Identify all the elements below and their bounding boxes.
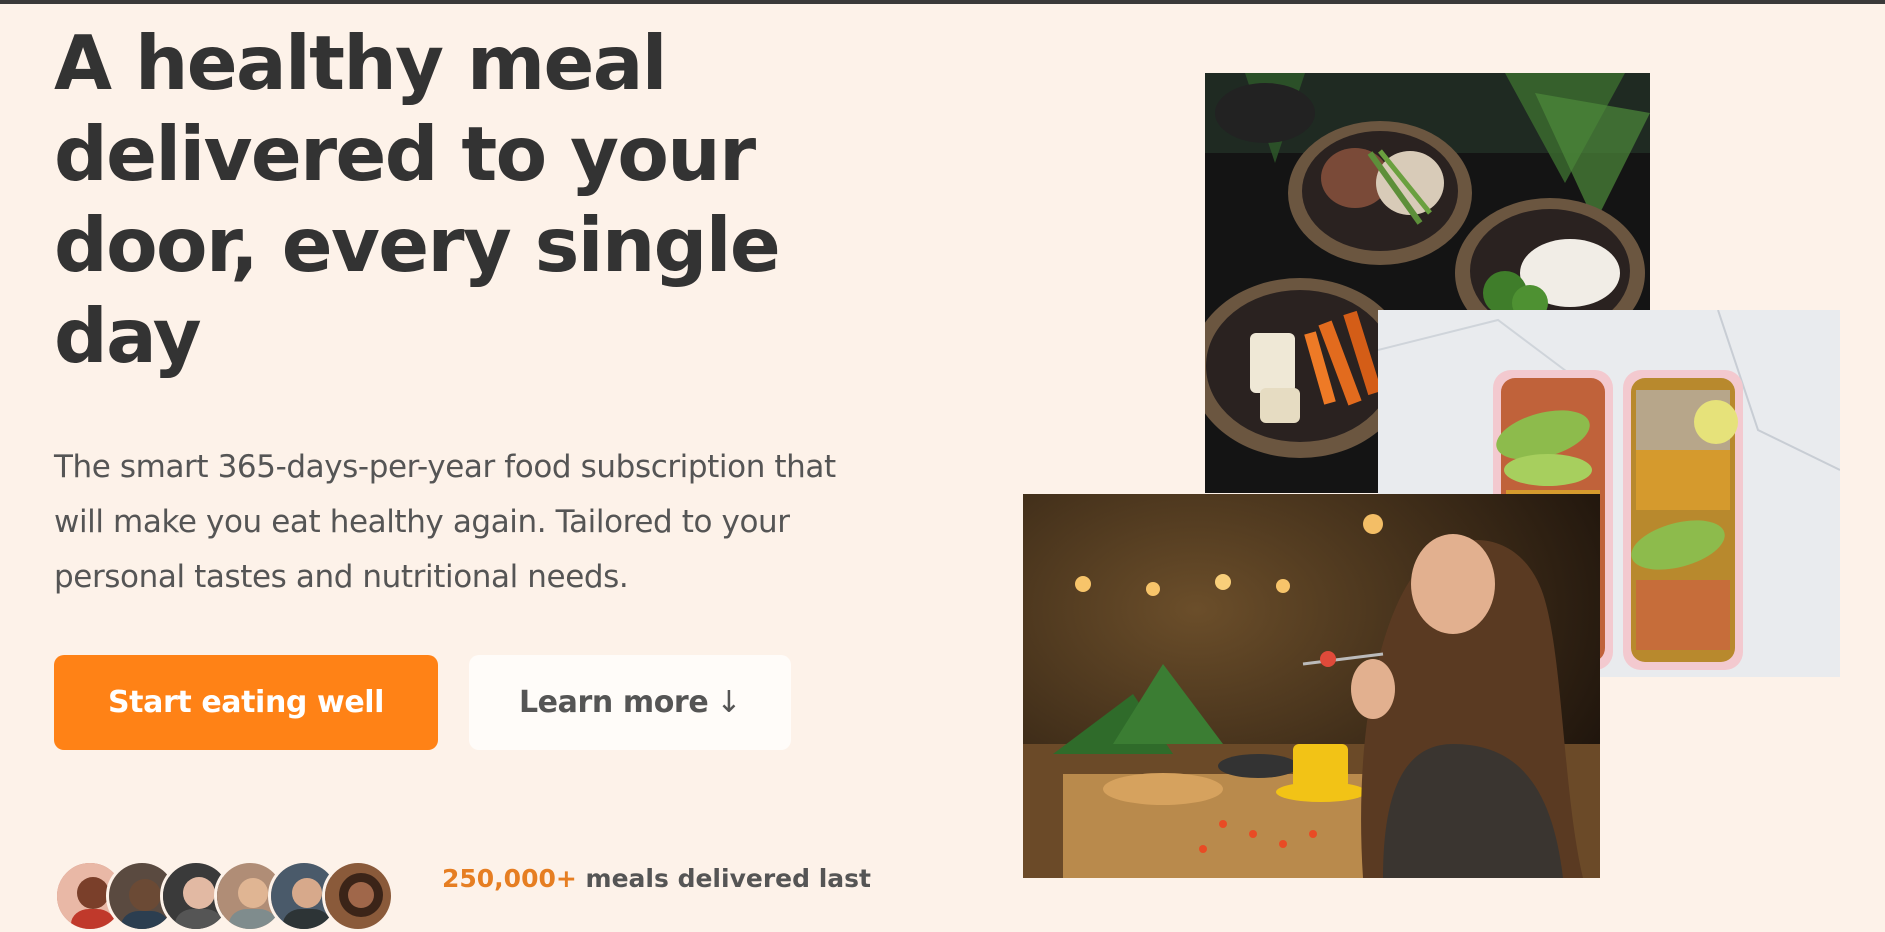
learn-more-button[interactable]: Learn more ↓	[469, 655, 791, 750]
hero-headline: A healthy meal delivered to your door, e…	[54, 19, 781, 380]
start-eating-button[interactable]: Start eating well	[54, 655, 438, 750]
start-eating-label: Start eating well	[107, 685, 385, 720]
delivered-stat: 250,000+ meals delivered last	[442, 864, 871, 893]
top-border	[0, 0, 1885, 4]
delivered-text: meals delivered last	[585, 864, 871, 893]
hero-description: The smart 365-days-per-year food subscri…	[54, 449, 836, 595]
delivered-count: 250,000+	[442, 864, 577, 893]
learn-more-label: Learn more	[518, 685, 709, 720]
customer-avatar	[322, 860, 394, 932]
arrow-down-icon: ↓	[716, 685, 742, 720]
woman-eating-image	[1023, 494, 1600, 878]
hero-text-block: A healthy meal delivered to your door, e…	[54, 18, 854, 382]
customer-avatars	[54, 860, 414, 932]
